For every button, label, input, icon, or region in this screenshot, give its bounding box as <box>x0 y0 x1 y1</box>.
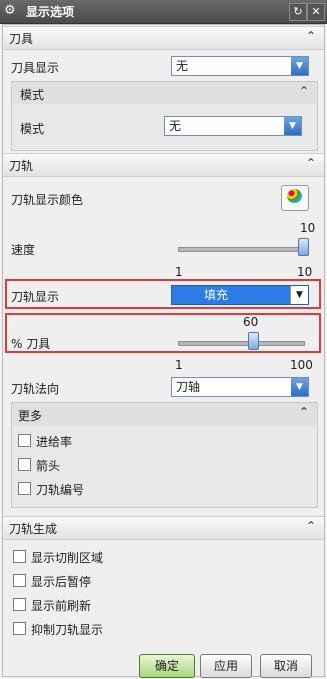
mode-select[interactable]: 无 ▼ <box>164 116 302 136</box>
checkbox[interactable] <box>18 458 31 471</box>
tool-pct-slider-thumb[interactable] <box>248 332 259 350</box>
checkbox[interactable] <box>13 598 26 611</box>
speed-label: 速度 <box>11 243 36 257</box>
section-tool-header[interactable]: 刀具 ⌃ <box>3 26 324 50</box>
section-path-header[interactable]: 刀轨 ⌃ <box>3 153 324 177</box>
tool-display-label: 刀具显示 <box>11 61 60 75</box>
option-label: 显示前刷新 <box>31 599 92 613</box>
path-direction-value: 刀轴 <box>176 380 201 394</box>
ok-button[interactable]: 确定 <box>139 654 195 678</box>
section-generate-label: 刀轨生成 <box>9 522 58 536</box>
section-tool-label: 刀具 <box>9 32 34 46</box>
chevron-down-icon[interactable]: ▼ <box>290 286 308 304</box>
speed-max: 10 <box>297 265 313 279</box>
cancel-button[interactable]: 取消 <box>260 654 312 678</box>
checkbox[interactable] <box>18 434 31 447</box>
speed-min: 1 <box>175 265 183 279</box>
mode-panel: 模式 ⌃ 模式 无 ▼ <box>11 81 318 151</box>
path-direction-select[interactable]: 刀轴 ▼ <box>171 377 309 397</box>
collapse-icon[interactable]: ⌃ <box>306 519 316 533</box>
tool-pct-max: 100 <box>290 358 313 372</box>
checkbox[interactable] <box>13 550 26 563</box>
collapse-icon[interactable]: ⌃ <box>306 156 316 170</box>
dialog-body: 刀具 ⌃ 刀具显示 无 ▼ 模式 ⌃ 模式 无 ▼ 刀轨 ⌃ 刀轨显示颜色 10… <box>2 24 325 678</box>
palette-icon[interactable] <box>281 185 309 211</box>
chevron-down-icon[interactable]: ▼ <box>291 378 308 396</box>
more-panel: 更多 ⌃ 进给率 箭头 刀轨编号 <box>11 402 318 508</box>
mode-panel-header[interactable]: 模式 ⌃ <box>12 82 317 104</box>
mode-label: 模式 <box>20 122 45 136</box>
path-direction-label: 刀轨法向 <box>11 382 60 396</box>
path-display-select[interactable]: 填充 ▼ <box>171 285 309 305</box>
tool-pct-min: 1 <box>175 358 183 372</box>
more-panel-title: 更多 <box>18 409 43 423</box>
tool-pct-slider-track[interactable] <box>178 341 305 346</box>
reset-icon[interactable]: ↻ <box>289 3 307 21</box>
checkbox[interactable] <box>13 574 26 587</box>
speed-slider-thumb[interactable] <box>298 238 309 256</box>
tool-pct-value: 60 <box>243 315 259 329</box>
highlight-tool-pct <box>5 313 321 353</box>
more-panel-header[interactable]: 更多 ⌃ <box>12 403 317 425</box>
title-bar: ⚙ 显示选项 ↻ ✕ <box>0 0 327 24</box>
option-label: 抑制刀轨显示 <box>31 623 104 637</box>
path-display-value: 填充 <box>204 288 229 302</box>
option-label: 刀轨编号 <box>36 483 85 497</box>
tool-display-value: 无 <box>176 59 189 73</box>
tool-pct-label: % 刀具 <box>11 337 51 351</box>
chevron-down-icon[interactable]: ▼ <box>291 57 308 75</box>
checkbox[interactable] <box>13 622 26 635</box>
option-label: 显示切削区域 <box>31 551 104 565</box>
apply-button[interactable]: 应用 <box>200 654 252 678</box>
option-label: 箭头 <box>36 459 61 473</box>
path-display-label: 刀轨显示 <box>11 290 60 304</box>
section-generate-header[interactable]: 刀轨生成 ⌃ <box>3 516 324 540</box>
speed-value: 10 <box>300 221 316 235</box>
mode-value: 无 <box>169 119 182 133</box>
window-title: 显示选项 <box>26 5 75 19</box>
checkbox[interactable] <box>18 482 31 495</box>
gear-icon[interactable]: ⚙ <box>4 4 18 18</box>
collapse-icon[interactable]: ⌃ <box>306 29 316 43</box>
section-path-label: 刀轨 <box>9 159 34 173</box>
collapse-icon[interactable]: ⌃ <box>299 405 309 419</box>
path-color-label: 刀轨显示颜色 <box>11 193 84 207</box>
mode-panel-title: 模式 <box>20 88 45 102</box>
close-icon[interactable]: ✕ <box>307 3 325 21</box>
tool-display-select[interactable]: 无 ▼ <box>171 56 309 76</box>
collapse-icon[interactable]: ⌃ <box>299 84 309 98</box>
option-label: 显示后暂停 <box>31 575 92 589</box>
option-label: 进给率 <box>36 435 73 449</box>
speed-slider-track[interactable] <box>178 247 305 252</box>
chevron-down-icon[interactable]: ▼ <box>284 117 301 135</box>
